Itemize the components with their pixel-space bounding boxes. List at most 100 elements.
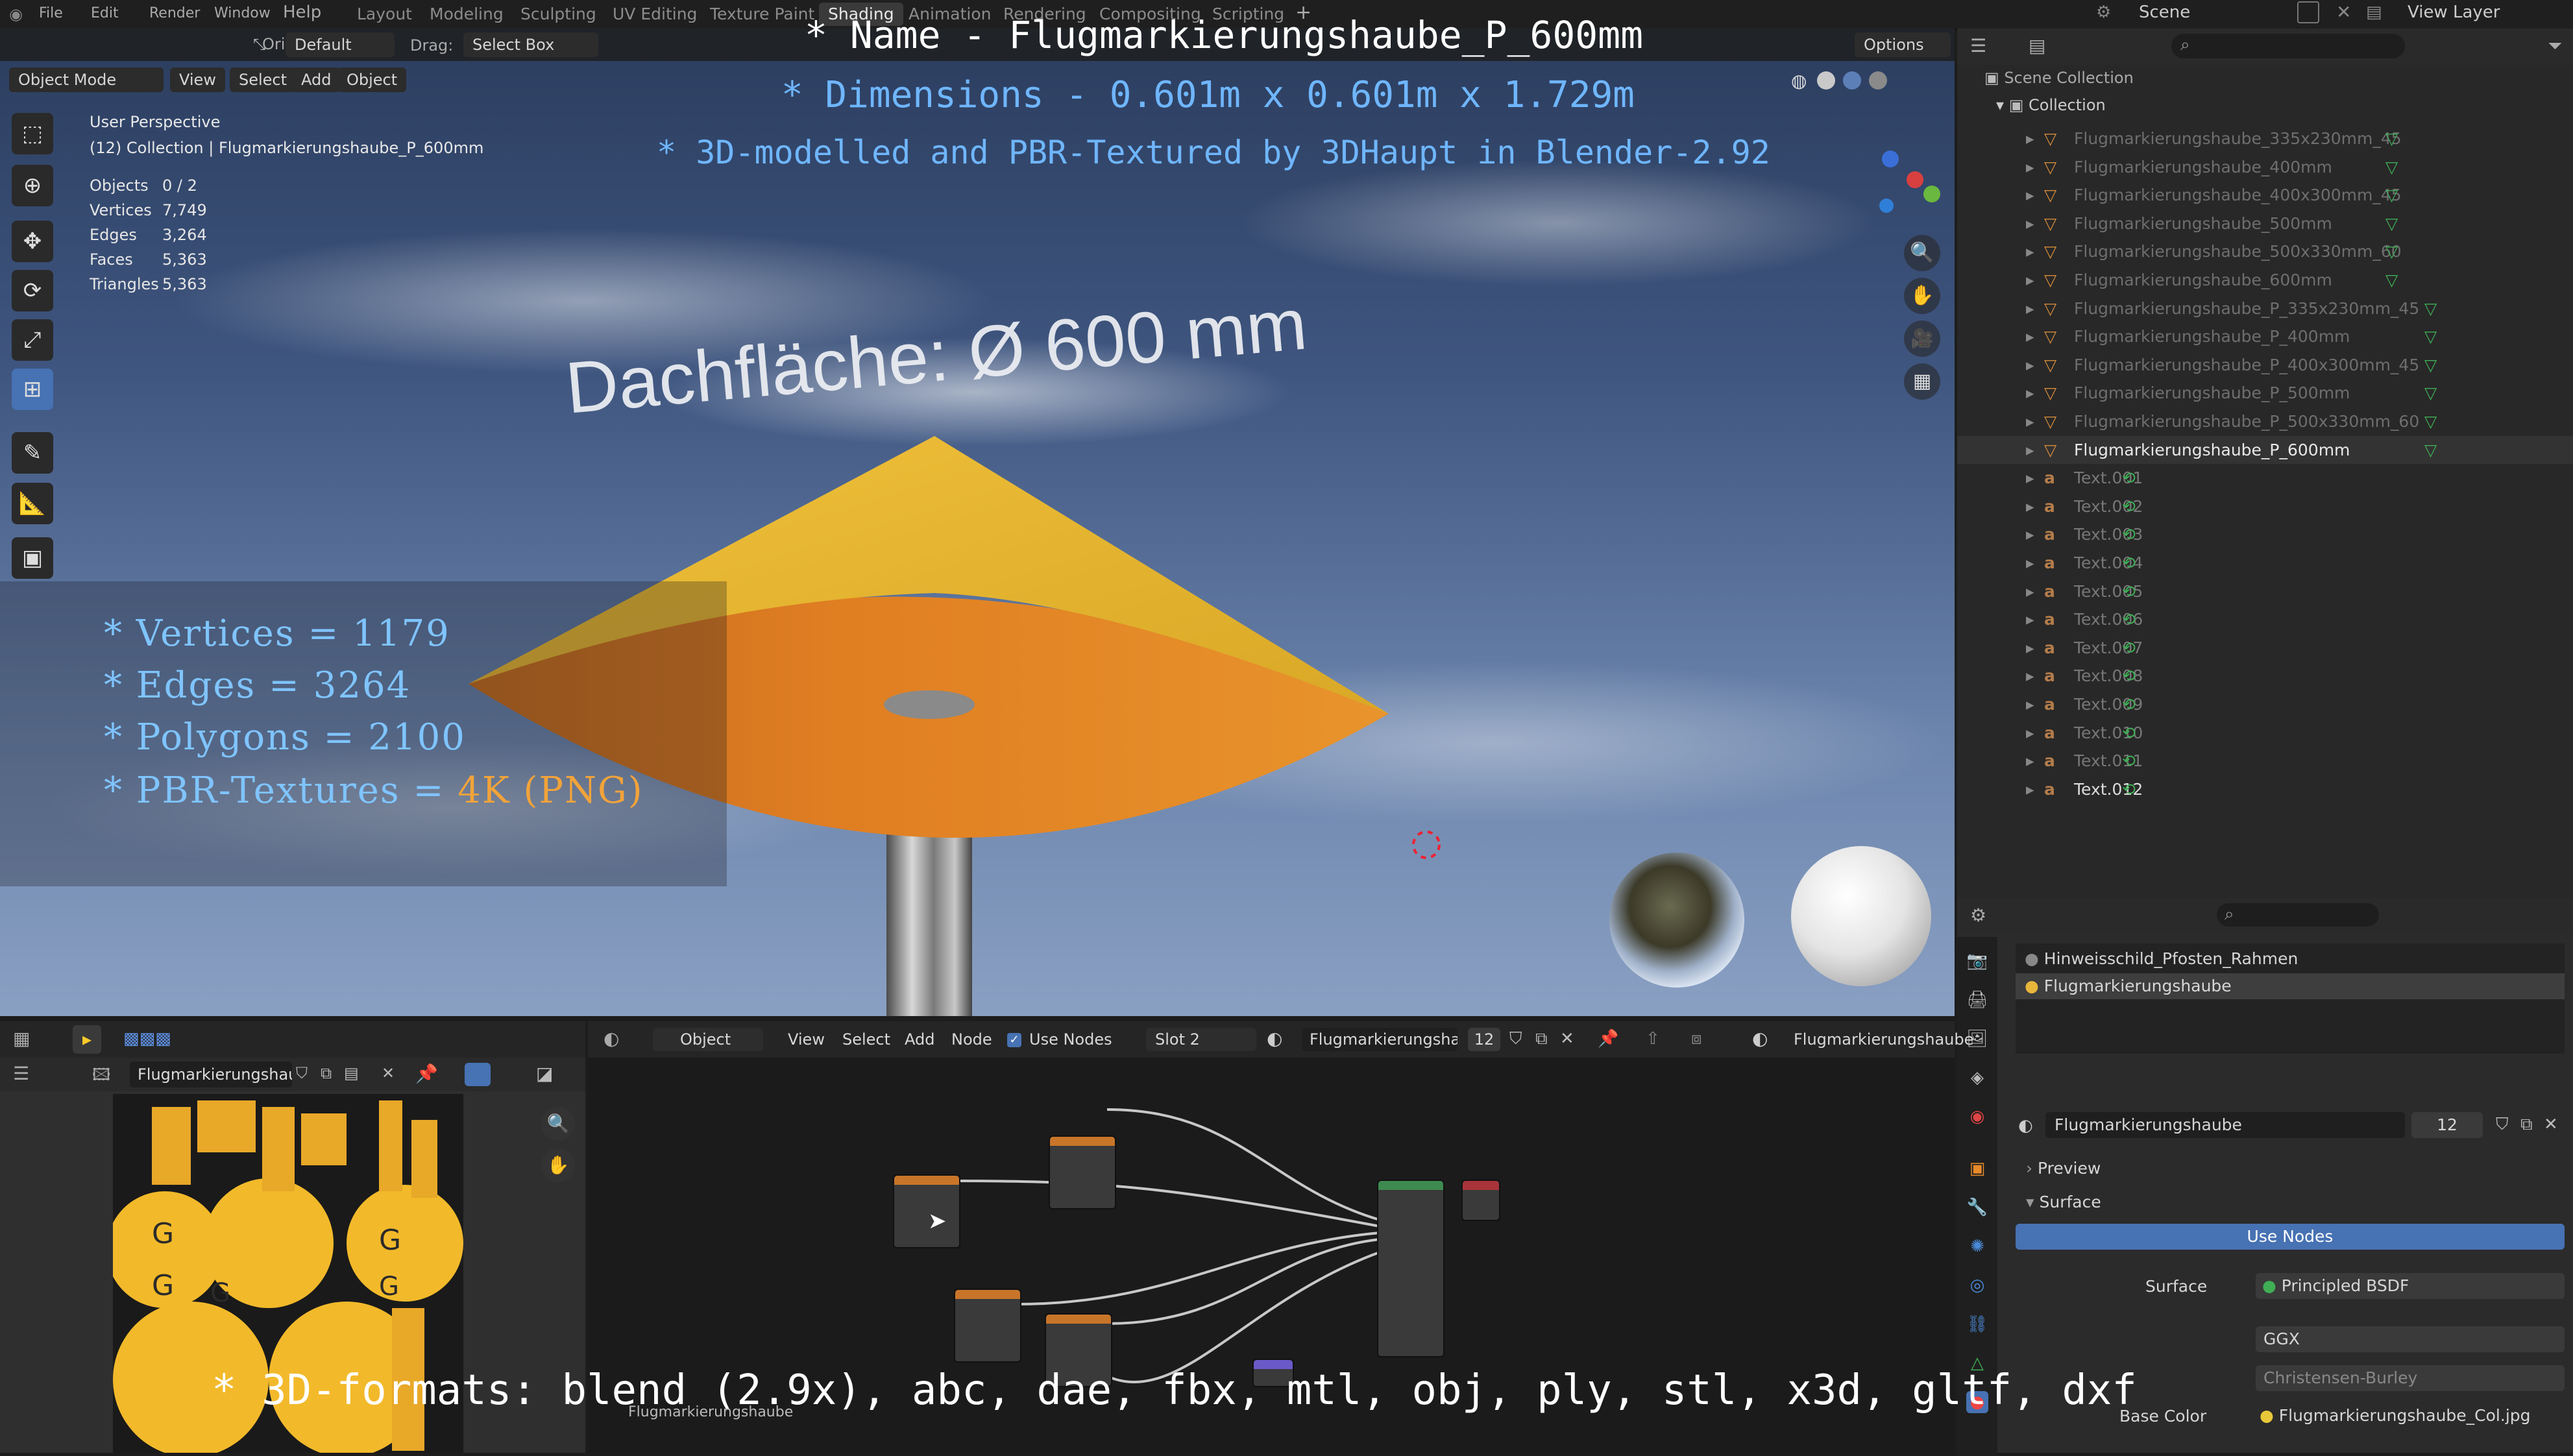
outliner-item[interactable]: ▸ a Text.012 ⟲ bbox=[1957, 775, 2573, 803]
outliner-item[interactable]: ▸ a Text.004 ⟲ bbox=[1957, 549, 2573, 577]
expand-arrow-icon[interactable]: ▸ bbox=[2026, 237, 2034, 265]
mesh-data-icon[interactable]: ▽ bbox=[2385, 125, 2398, 152]
surface-panel[interactable]: ▾ Surface bbox=[2026, 1193, 2101, 1211]
expand-arrow-icon[interactable]: ▸ bbox=[2026, 153, 2034, 181]
tab-sculpting[interactable]: Sculpting bbox=[511, 3, 605, 26]
expand-arrow-icon[interactable]: ▸ bbox=[2026, 747, 2034, 775]
view-menu[interactable]: View bbox=[788, 1028, 825, 1051]
mesh-data-icon[interactable]: ▽ bbox=[2385, 266, 2398, 294]
outliner-item[interactable]: ▸ ▽ Flugmarkierungshaube_400mm ▽ bbox=[1957, 153, 2573, 181]
editor-type-icon[interactable]: ◐ bbox=[604, 1028, 619, 1049]
outliner-item[interactable]: ▸ a Text.003 ⟲ bbox=[1957, 520, 2573, 548]
mesh-data-icon[interactable]: ▽ bbox=[2385, 237, 2398, 265]
use-nodes-button[interactable]: Use Nodes bbox=[2016, 1224, 2565, 1250]
expand-arrow-icon[interactable]: ▸ bbox=[2026, 520, 2034, 548]
open-image-icon[interactable]: ▤ bbox=[344, 1064, 359, 1082]
tab-uv-editing[interactable]: UV Editing bbox=[604, 3, 706, 26]
fake-user-icon[interactable]: ⛉ bbox=[1509, 1029, 1522, 1049]
outliner-item[interactable]: ▸ a Text.005 ⟲ bbox=[1957, 577, 2573, 605]
select-menu[interactable]: Select bbox=[842, 1028, 890, 1051]
add-menu[interactable]: Add bbox=[905, 1028, 934, 1051]
distribution-dropdown[interactable]: GGX bbox=[2256, 1326, 2565, 1352]
expand-arrow-icon[interactable]: ▸ bbox=[2026, 351, 2034, 379]
unlink-icon[interactable]: ✕ bbox=[382, 1064, 395, 1082]
material-name-field[interactable]: Flugmarkierungshaube bbox=[2045, 1112, 2405, 1138]
editor-type-icon[interactable]: ☰ bbox=[1970, 35, 1986, 56]
filter-icon[interactable]: ⏷ bbox=[2548, 35, 2562, 57]
unlink-icon[interactable]: ✕ bbox=[2544, 1115, 2558, 1134]
parent-node-icon[interactable]: ⇧ bbox=[1646, 1029, 1660, 1049]
scene-label[interactable]: Scene bbox=[2139, 3, 2190, 22]
outliner-item[interactable]: ▸ a Text.006 ⟲ bbox=[1957, 605, 2573, 633]
curve-data-icon[interactable]: ⟲ bbox=[2122, 662, 2136, 690]
curve-data-icon[interactable]: ⟲ bbox=[2122, 549, 2136, 577]
world-tab-icon[interactable]: ◉ bbox=[1966, 1106, 1988, 1128]
editor-type-icon[interactable]: ⚙ bbox=[1970, 904, 1986, 926]
physics-tab-icon[interactable]: ◎ bbox=[1966, 1274, 1988, 1296]
tab-modeling[interactable]: Modeling bbox=[421, 3, 513, 26]
object-tab-icon[interactable]: ▣ bbox=[1966, 1158, 1988, 1180]
outliner-item[interactable]: ▸ ▽ Flugmarkierungshaube_500mm ▽ bbox=[1957, 210, 2573, 237]
expand-arrow-icon[interactable]: ▸ bbox=[2026, 464, 2034, 492]
tab-layout[interactable]: Layout bbox=[348, 3, 421, 26]
view-layer-label[interactable]: View Layer bbox=[2408, 3, 2500, 22]
material-browse-icon[interactable]: ◐ bbox=[2018, 1116, 2033, 1135]
world-material-icon[interactable]: ◐ bbox=[1752, 1028, 1768, 1049]
menu-help[interactable]: Help bbox=[283, 3, 321, 22]
outliner-item[interactable]: ▸ ▽ Flugmarkierungshaube_P_500mm ▽ bbox=[1957, 379, 2573, 407]
expand-arrow-icon[interactable]: ▸ bbox=[2026, 605, 2034, 633]
base-color-field[interactable]: ● Flugmarkierungshaube_Col.jpg bbox=[2256, 1403, 2565, 1429]
expand-arrow-icon[interactable]: ▸ bbox=[2026, 492, 2034, 520]
pan-hand-icon[interactable]: ✋ bbox=[541, 1148, 575, 1182]
mesh-data-icon[interactable]: ▽ bbox=[2385, 153, 2398, 181]
outliner-item[interactable]: ▸ ▽ Flugmarkierungshaube_P_400x300mm_45 ▽ bbox=[1957, 351, 2573, 379]
subsurface-method-dropdown[interactable]: Christensen-Burley bbox=[2256, 1365, 2565, 1391]
mesh-data-icon[interactable]: ▽ bbox=[2424, 322, 2437, 350]
fake-user-icon[interactable]: ⛉ bbox=[296, 1064, 308, 1082]
fake-user-icon[interactable]: ⛉ bbox=[2496, 1115, 2509, 1135]
view-layer-icon[interactable]: ▤ bbox=[2366, 3, 2382, 22]
curve-data-icon[interactable]: ⟲ bbox=[2122, 464, 2136, 492]
curve-data-icon[interactable]: ⟲ bbox=[2122, 775, 2136, 803]
node-menu[interactable]: Node bbox=[951, 1028, 992, 1051]
outliner-item[interactable]: ▸ a Text.011 ⟲ bbox=[1957, 747, 2573, 775]
new-scene-icon[interactable] bbox=[2297, 1, 2319, 23]
unlink-icon[interactable]: ✕ bbox=[1560, 1029, 1574, 1049]
scene-tab-icon[interactable]: ◈ bbox=[1966, 1067, 1988, 1089]
outliner-item[interactable]: ▸ a Text.001 ⟲ bbox=[1957, 464, 2573, 492]
outliner-item[interactable]: ▸ a Text.008 ⟲ bbox=[1957, 662, 2573, 690]
remove-scene-icon[interactable]: ✕ bbox=[2336, 1, 2351, 23]
expand-arrow-icon[interactable]: ▸ bbox=[2026, 379, 2034, 407]
preview-panel[interactable]: › Preview bbox=[2026, 1159, 2101, 1178]
select-mode-icon[interactable]: ▩▩▩ bbox=[123, 1029, 171, 1049]
expand-arrow-icon[interactable]: ▸ bbox=[2026, 690, 2034, 718]
constraints-tab-icon[interactable]: ⛓ bbox=[1966, 1313, 1988, 1335]
surface-shader-field[interactable]: ● Principled BSDF bbox=[2256, 1273, 2565, 1299]
expand-arrow-icon[interactable]: ▸ bbox=[2026, 775, 2034, 803]
outliner-item[interactable]: ▸ ▽ Flugmarkierungshaube_P_335x230mm_45 ▽ bbox=[1957, 295, 2573, 322]
curve-data-icon[interactable]: ⟲ bbox=[2122, 719, 2136, 747]
outliner-item[interactable]: ▸ ▽ Flugmarkierungshaube_P_600mm ▽ bbox=[1957, 435, 2573, 464]
outliner-item[interactable]: ▸ ▽ Flugmarkierungshaube_335x230mm_45 ▽ bbox=[1957, 125, 2573, 152]
material-slot[interactable]: ● Hinweisschild_Pfosten_Rahmen bbox=[2025, 946, 2298, 972]
blender-logo-icon[interactable]: ◉ bbox=[9, 5, 23, 23]
expand-arrow-icon[interactable]: ▸ bbox=[2026, 295, 2034, 322]
outliner-item[interactable]: ▸ ▽ Flugmarkierungshaube_P_400mm ▽ bbox=[1957, 322, 2573, 350]
editor-type-icon[interactable]: ▦ bbox=[13, 1028, 30, 1049]
expand-arrow-icon[interactable]: ▸ bbox=[2026, 181, 2034, 209]
mesh-data-icon[interactable]: ▽ bbox=[2424, 436, 2437, 464]
material-name-field[interactable]: Flugmarkierungshau... bbox=[1302, 1028, 1457, 1051]
outliner-item[interactable]: ▸ a Text.007 ⟲ bbox=[1957, 634, 2573, 662]
material-users-count[interactable]: 12 bbox=[1468, 1028, 1500, 1051]
use-nodes-checkbox[interactable]: ✓ bbox=[1007, 1033, 1021, 1047]
mesh-data-icon[interactable]: ▽ bbox=[2424, 379, 2437, 407]
outliner-search-input[interactable]: ⌕ bbox=[2171, 34, 2405, 58]
material-slot-active[interactable]: ● Flugmarkierungshaube bbox=[2016, 973, 2565, 999]
outliner-item[interactable]: ▸ a Text.002 ⟲ bbox=[1957, 492, 2573, 520]
principled-bsdf-node[interactable] bbox=[1377, 1180, 1445, 1357]
curve-data-icon[interactable]: ⟲ bbox=[2122, 690, 2136, 718]
curve-data-icon[interactable]: ⟲ bbox=[2122, 634, 2136, 662]
expand-arrow-icon[interactable]: ▸ bbox=[2026, 266, 2034, 294]
overlay-toggle-icon[interactable] bbox=[465, 1063, 491, 1086]
image-texture-node[interactable] bbox=[1049, 1135, 1116, 1209]
